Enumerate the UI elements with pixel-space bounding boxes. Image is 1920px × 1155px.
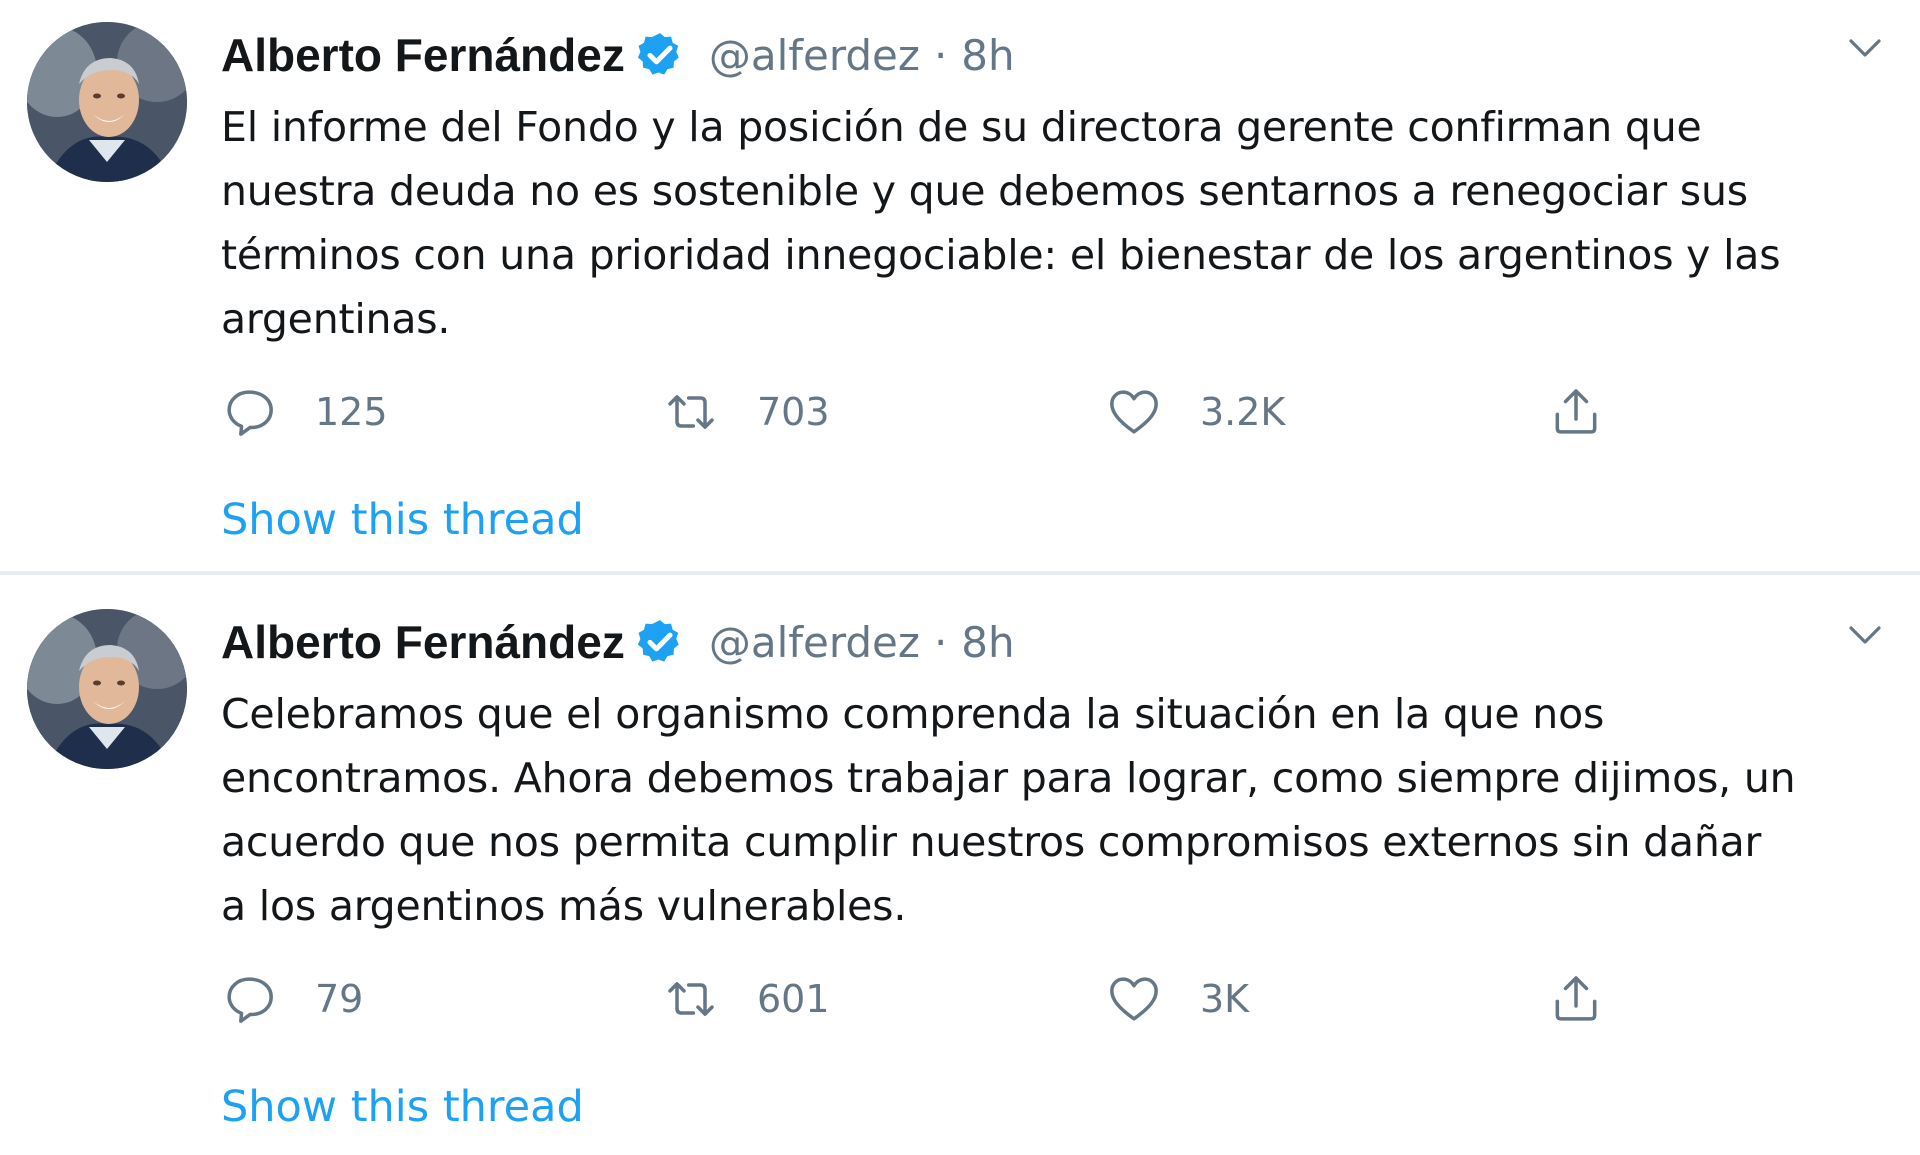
like-count: 3K bbox=[1200, 977, 1250, 1021]
avatar-photo-icon bbox=[27, 22, 187, 182]
share-icon bbox=[1555, 976, 1597, 1021]
tweet[interactable]: Alberto Fernández @alferdez · 8h El info… bbox=[0, 0, 1920, 571]
heart-icon bbox=[1110, 977, 1158, 1021]
tweet-header: Alberto Fernández @alferdez · 8h bbox=[221, 611, 1015, 673]
author-handle[interactable]: @alferdez bbox=[709, 618, 920, 667]
timestamp[interactable]: 8h bbox=[961, 31, 1014, 80]
separator-dot: · bbox=[933, 617, 948, 667]
share-icon bbox=[1555, 389, 1597, 434]
author-name[interactable]: Alberto Fernández bbox=[221, 615, 625, 669]
tweet-text-line: acuerdo que nos permita cumplir nuestros… bbox=[221, 818, 1762, 866]
reply-button[interactable]: 79 bbox=[221, 969, 363, 1029]
show-thread-link[interactable]: Show this thread bbox=[221, 1082, 584, 1132]
verified-badge-icon bbox=[637, 33, 679, 75]
avatar-photo-icon bbox=[27, 609, 187, 769]
tweet-header: Alberto Fernández @alferdez · 8h bbox=[221, 24, 1015, 86]
tweet-text-line: Celebramos que el organismo comprenda la… bbox=[221, 690, 1605, 738]
retweet-icon bbox=[668, 395, 714, 429]
tweet[interactable]: Alberto Fernández @alferdez · 8h Celebra… bbox=[0, 587, 1920, 1155]
retweet-button[interactable]: 601 bbox=[663, 969, 830, 1029]
reply-count: 125 bbox=[315, 390, 388, 434]
reply-button[interactable]: 125 bbox=[221, 382, 388, 442]
tweet-text-line: argentinas. bbox=[221, 295, 451, 343]
like-button[interactable]: 3.2K bbox=[1106, 382, 1285, 442]
tweet-text-line: El informe del Fondo y la posición de su… bbox=[221, 103, 1702, 151]
reply-icon bbox=[227, 977, 273, 1023]
tweet-text-line: encontramos. Ahora debemos trabajar para… bbox=[221, 754, 1796, 802]
share-button[interactable] bbox=[1548, 969, 1604, 1029]
chevron-down-icon[interactable] bbox=[1845, 32, 1885, 64]
share-button[interactable] bbox=[1548, 382, 1604, 442]
retweet-icon bbox=[668, 982, 714, 1016]
reply-icon bbox=[227, 390, 273, 436]
avatar[interactable] bbox=[27, 609, 187, 769]
retweet-count: 601 bbox=[757, 977, 830, 1021]
tweet-text-line: nuestra deuda no es sostenible y que deb… bbox=[221, 167, 1748, 215]
heart-icon bbox=[1110, 390, 1158, 434]
tweet-text: Celebramos que el organismo comprenda la… bbox=[221, 682, 1901, 938]
like-button[interactable]: 3K bbox=[1106, 969, 1249, 1029]
tweet-actions: 79 601 3K bbox=[221, 969, 1621, 1029]
tweet-text-line: a los argentinos más vulnerables. bbox=[221, 882, 907, 930]
tweet-text: El informe del Fondo y la posición de su… bbox=[221, 95, 1901, 351]
author-name[interactable]: Alberto Fernández bbox=[221, 28, 625, 82]
retweet-count: 703 bbox=[757, 390, 830, 434]
timestamp[interactable]: 8h bbox=[961, 618, 1014, 667]
tweet-actions: 125 703 3.2K bbox=[221, 382, 1621, 442]
verified-badge-icon bbox=[637, 620, 679, 662]
tweet-text-line: términos con una prioridad innegociable:… bbox=[221, 231, 1781, 279]
tweet-divider bbox=[0, 571, 1920, 575]
retweet-button[interactable]: 703 bbox=[663, 382, 830, 442]
like-count: 3.2K bbox=[1200, 390, 1286, 434]
author-handle[interactable]: @alferdez bbox=[709, 31, 920, 80]
separator-dot: · bbox=[933, 30, 948, 80]
reply-count: 79 bbox=[315, 977, 364, 1021]
chevron-down-icon[interactable] bbox=[1845, 619, 1885, 651]
avatar[interactable] bbox=[27, 22, 187, 182]
show-thread-link[interactable]: Show this thread bbox=[221, 495, 584, 545]
